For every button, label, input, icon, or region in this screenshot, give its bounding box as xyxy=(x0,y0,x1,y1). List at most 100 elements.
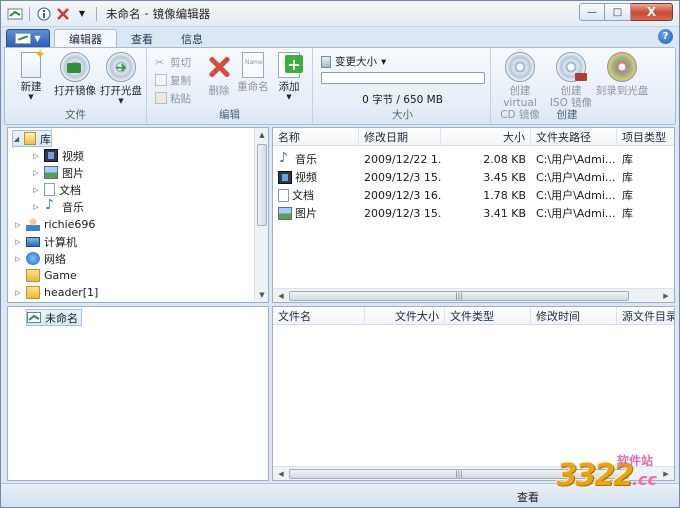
file-row[interactable]: 视频 2009/12/3 15... 3.45 KB C:\用户\Admi...… xyxy=(273,168,674,186)
copy-button[interactable]: 复制 xyxy=(155,72,191,88)
ribbon-panel: 新建 ▼ 打开镜像 打开光盘 ▼ 文件 ✂ 剪切 复制 xyxy=(4,47,676,125)
cut-label: 剪切 xyxy=(170,56,191,69)
column-header-path[interactable]: 文件夹路径 xyxy=(531,128,617,146)
iso-image-icon xyxy=(556,52,587,82)
column-header-filesize[interactable]: 文件大小 xyxy=(365,307,445,325)
file-group: 新建 ▼ 打开镜像 打开光盘 ▼ 文件 xyxy=(5,47,147,124)
scroll-right-arrow[interactable]: ▶ xyxy=(660,468,672,480)
file-row[interactable]: 图片 2009/12/3 15... 3.41 KB C:\用户\Admi...… xyxy=(273,204,674,222)
expand-arrow-icon[interactable]: ▷ xyxy=(14,221,22,229)
column-header-filename[interactable]: 文件名 xyxy=(273,307,365,325)
file-row[interactable]: 文档 2009/12/3 16... 1.78 KB C:\用户\Admi...… xyxy=(273,186,674,204)
tree-item-music[interactable]: ▷ 音乐 xyxy=(32,197,84,215)
column-header-filetype[interactable]: 文件类型 xyxy=(445,307,531,325)
ribbon-tabs: ▼ 编辑器 查看 信息 ? xyxy=(1,28,679,48)
tree-item-documents[interactable]: ▷ 文档 xyxy=(32,181,81,198)
column-header-source-dir[interactable]: 源文件目录 xyxy=(617,307,674,325)
tree-item-computer[interactable]: ▷ 计算机 xyxy=(14,233,77,250)
change-size-dropdown[interactable]: 变更大小 ▾ xyxy=(321,54,386,69)
image-editor-icon[interactable] xyxy=(7,6,23,22)
scroll-right-arrow[interactable]: ▶ xyxy=(660,290,672,302)
paste-button[interactable]: 粘贴 xyxy=(155,90,191,106)
file-list-horizontal-scrollbar[interactable]: ◀ ||| ▶ xyxy=(273,288,674,302)
expand-arrow-icon[interactable]: ▷ xyxy=(14,238,22,246)
scroll-left-arrow[interactable]: ◀ xyxy=(275,290,287,302)
column-header-modified[interactable]: 修改时间 xyxy=(531,307,617,325)
scroll-down-arrow[interactable]: ▼ xyxy=(256,289,268,301)
expand-arrow-icon[interactable]: ▷ xyxy=(14,289,22,297)
column-header-type[interactable]: 项目类型 xyxy=(617,128,674,146)
add-label: 添加 xyxy=(278,81,300,93)
file-path: C:\用户\Admi... xyxy=(536,153,616,166)
file-name-cell: 图片 xyxy=(273,204,359,222)
cut-button[interactable]: ✂ 剪切 xyxy=(155,54,191,70)
file-path: C:\用户\Admi... xyxy=(536,189,616,202)
scroll-left-arrow[interactable]: ◀ xyxy=(275,468,287,480)
application-menu-button[interactable]: ▼ xyxy=(6,29,50,48)
file-size: 1.78 KB xyxy=(483,188,526,202)
tree-item-videos[interactable]: ▷ 视频 xyxy=(32,147,84,164)
close-button[interactable]: X xyxy=(631,3,673,21)
file-row[interactable]: 音乐 2009/12/22 1... 2.08 KB C:\用户\Admi...… xyxy=(273,150,674,168)
scissors-icon: ✂ xyxy=(155,56,165,69)
scroll-thumb[interactable]: ||| xyxy=(289,291,629,301)
tab-info[interactable]: 信息 xyxy=(167,29,217,48)
chevron-down-icon: ▼ xyxy=(286,93,292,101)
new-label: 新建 xyxy=(20,81,42,93)
maximize-button[interactable]: □ xyxy=(605,3,631,21)
file-name: 音乐 xyxy=(295,153,317,166)
expand-arrow-icon[interactable]: ▷ xyxy=(32,152,40,160)
tab-view[interactable]: 查看 xyxy=(117,29,167,48)
burn-to-disc-button[interactable]: 刻录到光盘 xyxy=(595,52,649,97)
expand-arrow-icon[interactable]: ▷ xyxy=(14,255,22,263)
tab-editor[interactable]: 编辑器 xyxy=(54,29,117,48)
column-header-size[interactable]: 大小 xyxy=(441,128,531,146)
minimize-button[interactable]: — xyxy=(579,3,605,21)
music-icon xyxy=(44,197,58,213)
tree-item-user[interactable]: ▷ richie696 xyxy=(14,216,95,233)
new-button[interactable]: 新建 ▼ xyxy=(9,47,53,101)
column-header-date[interactable]: 修改日期 xyxy=(359,128,441,146)
image-root-item[interactable]: 未命名 xyxy=(26,309,82,326)
tree-item-library[interactable]: ◢ 库 xyxy=(12,130,52,147)
open-disc-button[interactable]: 打开光盘 ▼ xyxy=(99,52,143,105)
tree-item-network[interactable]: ▷ 网络 xyxy=(14,250,66,267)
file-list-pane: 名称 修改日期 大小 文件夹路径 项目类型 音乐 2009/12/22 1...… xyxy=(272,127,675,303)
disk-icon xyxy=(321,55,331,68)
column-header-name[interactable]: 名称 xyxy=(273,128,359,146)
document-icon xyxy=(278,188,289,202)
file-date: 2009/12/3 15... xyxy=(364,170,441,184)
library-icon xyxy=(23,132,36,145)
file-date: 2009/12/3 16... xyxy=(364,188,441,202)
size-group-label: 大小 xyxy=(392,109,413,121)
scroll-up-arrow[interactable]: ▲ xyxy=(256,129,268,141)
tree-item-game[interactable]: Game xyxy=(14,267,77,284)
chevron-down-icon[interactable]: ▼ xyxy=(74,6,90,22)
create-iso-button[interactable]: 创建 ISO 镜像 xyxy=(547,52,595,109)
expand-arrow-icon[interactable]: ▷ xyxy=(32,169,40,177)
collapse-arrow-icon[interactable]: ◢ xyxy=(13,135,20,143)
delete-icon xyxy=(204,52,234,82)
burn-disc-icon xyxy=(607,52,637,82)
picture-icon xyxy=(44,166,58,179)
scroll-thumb[interactable] xyxy=(257,144,267,226)
tree-item-pictures[interactable]: ▷ 图片 xyxy=(32,164,84,181)
open-image-button[interactable]: 打开镜像 xyxy=(53,52,97,97)
help-icon[interactable]: ? xyxy=(658,29,673,44)
expand-arrow-icon[interactable]: ▷ xyxy=(32,186,40,194)
info-icon[interactable] xyxy=(36,6,52,22)
tree-item-label: 网络 xyxy=(44,252,66,266)
expand-arrow-icon[interactable]: ▷ xyxy=(32,203,40,211)
tree-item-label: Game xyxy=(44,269,77,282)
add-button[interactable]: 添加 ▼ xyxy=(267,52,311,101)
status-view-label[interactable]: 查看 xyxy=(517,489,539,505)
tree-vertical-scrollbar[interactable]: ▲ ▼ xyxy=(254,128,268,302)
chevron-down-icon: ▾ xyxy=(381,55,387,68)
red-x-icon[interactable] xyxy=(55,6,71,22)
tree-item-header[interactable]: ▷ header[1] xyxy=(14,284,98,301)
quick-access-toolbar: ▼ xyxy=(1,6,100,22)
file-name-cell: 音乐 xyxy=(273,150,359,168)
user-icon xyxy=(26,218,40,231)
file-type: 库 xyxy=(622,171,633,184)
video-icon xyxy=(44,149,58,162)
